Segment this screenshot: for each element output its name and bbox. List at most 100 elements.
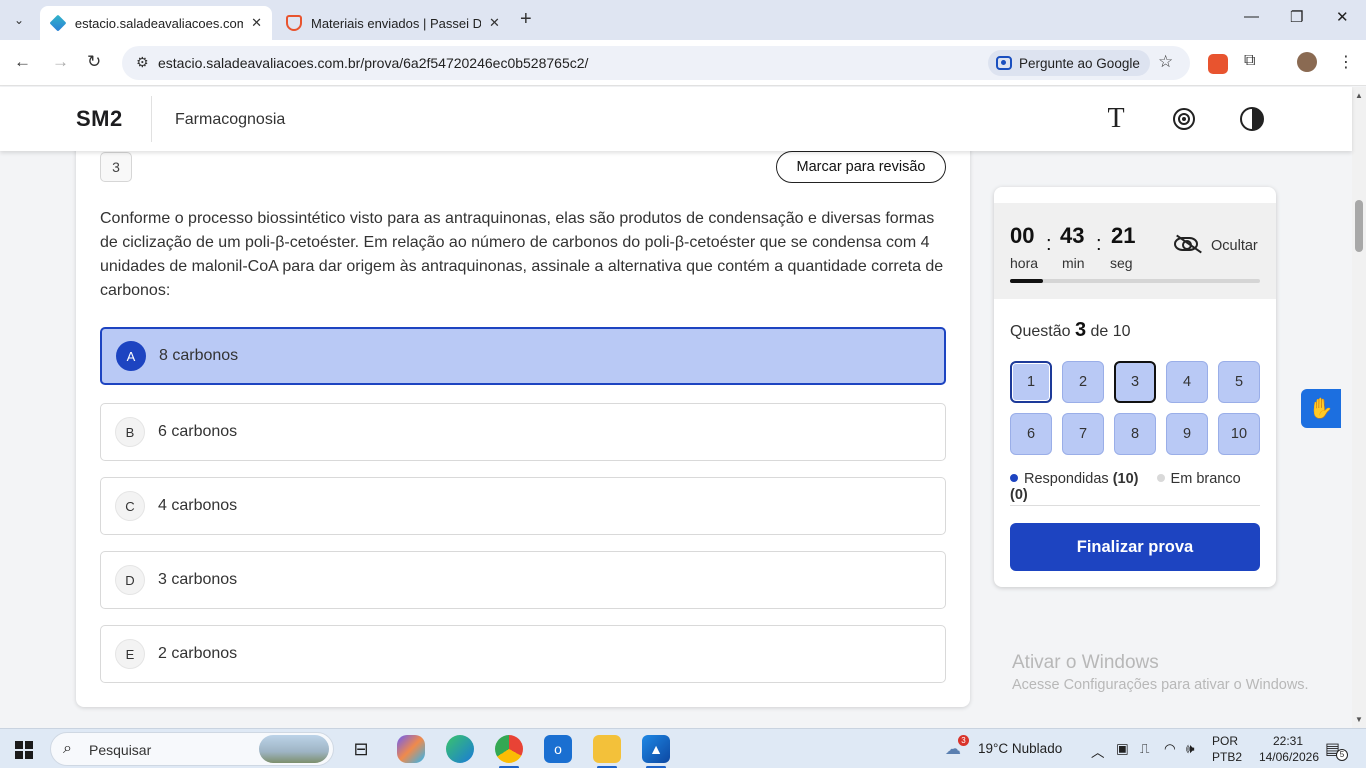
weather-text[interactable]: 19°C Nublado <box>978 741 1062 756</box>
photos-icon[interactable]: ▲ <box>642 735 670 763</box>
font-size-icon[interactable]: T <box>1100 103 1132 135</box>
question-counter: Questão 3 de 10 <box>1010 319 1131 342</box>
answered-label: Respondidas <box>1024 471 1109 487</box>
option-text: 8 carbonos <box>159 347 239 364</box>
task-view-icon[interactable]: ⊟ <box>347 735 375 763</box>
search-icon: ⌕ <box>63 740 72 757</box>
finish-exam-button[interactable]: Finalizar prova <box>1010 523 1260 571</box>
system-clock[interactable]: 22:31 14/06/2026 <box>1255 733 1319 765</box>
language-code: POR <box>1212 734 1239 748</box>
close-tab-icon[interactable]: ✕ <box>251 15 262 31</box>
question-nav-button[interactable]: 6 <box>1010 413 1052 455</box>
reload-icon[interactable]: ↻ <box>87 52 101 72</box>
question-nav-button[interactable]: 2 <box>1062 361 1104 403</box>
scrollbar-thumb[interactable] <box>1355 200 1363 252</box>
browser-tab-bar: ⌄ estacio.saladeavaliacoes.com.br ✕ Mate… <box>0 0 1366 40</box>
panel-divider <box>1010 505 1260 506</box>
question-nav-button[interactable]: 7 <box>1062 413 1104 455</box>
windows-start-icon[interactable] <box>15 741 33 759</box>
windows-activation-subtitle: Acesse Configurações para ativar o Windo… <box>1012 677 1309 693</box>
option-a[interactable]: A 8 carbonos <box>100 327 946 385</box>
tab-title: Materiais enviados | Passei Direto <box>311 15 481 31</box>
close-tab-icon[interactable]: ✕ <box>489 15 500 31</box>
close-window-icon[interactable]: ✕ <box>1336 8 1349 26</box>
eye-slash-icon[interactable] <box>1174 237 1198 251</box>
answer-legend: Respondidas (10) Em branco (0) <box>1010 471 1262 503</box>
extensions-puzzle-icon[interactable]: ⧉ <box>1244 52 1255 70</box>
timer-seconds: 21 <box>1111 223 1136 248</box>
scroll-down-icon[interactable]: ▼ <box>1355 715 1363 724</box>
option-c[interactable]: C 4 carbonos <box>100 477 946 535</box>
site-info-icon[interactable]: ⚙ <box>136 54 149 71</box>
option-letter: C <box>115 491 145 521</box>
question-number-badge: 3 <box>100 152 132 182</box>
option-text: 2 carbonos <box>158 645 238 662</box>
ask-google-label: Pergunte ao Google <box>1019 55 1140 71</box>
profile-avatar[interactable] <box>1297 52 1317 72</box>
question-nav-button[interactable]: 4 <box>1166 361 1208 403</box>
search-highlight-image <box>259 735 329 763</box>
meet-now-icon[interactable]: ▣ <box>1116 741 1129 757</box>
scroll-up-icon[interactable]: ▲ <box>1355 91 1363 100</box>
option-b[interactable]: B 6 carbonos <box>100 403 946 461</box>
option-e[interactable]: E 2 carbonos <box>100 625 946 683</box>
notification-count: 5 <box>1336 749 1348 761</box>
taskbar-search[interactable]: ⌕ Pesquisar <box>50 732 334 766</box>
timer: 00 : 43 : 21 hora min seg Ocultar <box>994 203 1276 299</box>
question-nav-button[interactable]: 10 <box>1218 413 1260 455</box>
wifi-icon[interactable]: ◠ <box>1164 741 1176 757</box>
google-lens-icon <box>996 56 1012 70</box>
edge-icon[interactable] <box>446 735 474 763</box>
browser-tab-passei-direto[interactable]: Materiais enviados | Passei Direto ✕ <box>276 6 512 40</box>
bookmark-star-icon[interactable]: ☆ <box>1158 52 1173 72</box>
url-text[interactable]: estacio.saladeavaliacoes.com.br/prova/6a… <box>158 55 588 71</box>
header-divider <box>151 96 152 142</box>
site-favicon-icon <box>49 14 67 32</box>
timer-minutes-label: min <box>1062 255 1085 271</box>
keyboard-layout: PTB2 <box>1212 750 1243 764</box>
keyboard-language[interactable]: POR PTB2 <box>1212 733 1242 765</box>
volume-icon[interactable]: 🕪 <box>1186 741 1195 757</box>
new-tab-icon[interactable]: + <box>520 8 532 31</box>
network-device-icon[interactable]: ⎍ <box>1140 741 1149 757</box>
option-text: 4 carbonos <box>158 497 238 514</box>
chrome-icon[interactable] <box>495 735 523 763</box>
page-scrollbar[interactable]: ▲ ▼ <box>1352 87 1366 728</box>
option-text: 6 carbonos <box>158 423 238 440</box>
contrast-icon[interactable] <box>1236 103 1268 135</box>
question-counter-suffix: de 10 <box>1090 323 1131 340</box>
extension-app-icon[interactable] <box>1208 54 1228 74</box>
question-nav-button[interactable]: 8 <box>1114 413 1156 455</box>
option-letter: E <box>115 639 145 669</box>
file-explorer-icon[interactable] <box>593 735 621 763</box>
address-bar[interactable]: ⚙ estacio.saladeavaliacoes.com.br/prova/… <box>122 46 1190 80</box>
tab-search-chevron-icon[interactable]: ⌄ <box>6 8 32 32</box>
browser-toolbar: ← → ↻ ⚙ estacio.saladeavaliacoes.com.br/… <box>0 40 1366 86</box>
question-card: 3 Marcar para revisão Conforme o process… <box>76 130 970 707</box>
question-nav-button[interactable]: 9 <box>1166 413 1208 455</box>
hide-timer-button[interactable]: Ocultar <box>1211 238 1258 254</box>
mark-for-review-button[interactable]: Marcar para revisão <box>776 151 946 183</box>
show-hidden-icons-icon[interactable]: ︿ <box>1091 741 1105 761</box>
question-nav-button-current[interactable]: 3 <box>1114 361 1156 403</box>
blank-dot-icon <box>1156 474 1165 482</box>
minimize-icon[interactable]: — <box>1244 8 1259 25</box>
timer-progress-fill <box>1010 279 1043 283</box>
question-nav-button[interactable]: 5 <box>1218 361 1260 403</box>
option-d[interactable]: D 3 carbonos <box>100 551 946 609</box>
forward-arrow-icon[interactable]: → <box>52 52 69 72</box>
focus-target-icon[interactable] <box>1168 103 1200 135</box>
windows-taskbar: ⌕ Pesquisar ⊟ o ▲ ☁ 3 19°C Nublado ︿ ▣ ⎍… <box>0 728 1366 768</box>
ask-google-button[interactable]: Pergunte ao Google <box>988 50 1150 76</box>
back-arrow-icon[interactable]: ← <box>14 52 31 72</box>
blank-label: Em branco <box>1170 471 1241 487</box>
restore-icon[interactable]: ❐ <box>1290 8 1303 26</box>
sign-language-hands-icon[interactable]: ✋ <box>1301 389 1341 428</box>
timer-seconds-label: seg <box>1110 255 1133 271</box>
timer-minutes: 43 <box>1060 223 1085 248</box>
browser-tab-active[interactable]: estacio.saladeavaliacoes.com.br ✕ <box>40 6 272 40</box>
copilot-icon[interactable] <box>397 735 425 763</box>
browser-menu-icon[interactable]: ⋮ <box>1338 52 1354 72</box>
question-nav-button[interactable]: 1 <box>1010 361 1052 403</box>
outlook-icon[interactable]: o <box>544 735 572 763</box>
